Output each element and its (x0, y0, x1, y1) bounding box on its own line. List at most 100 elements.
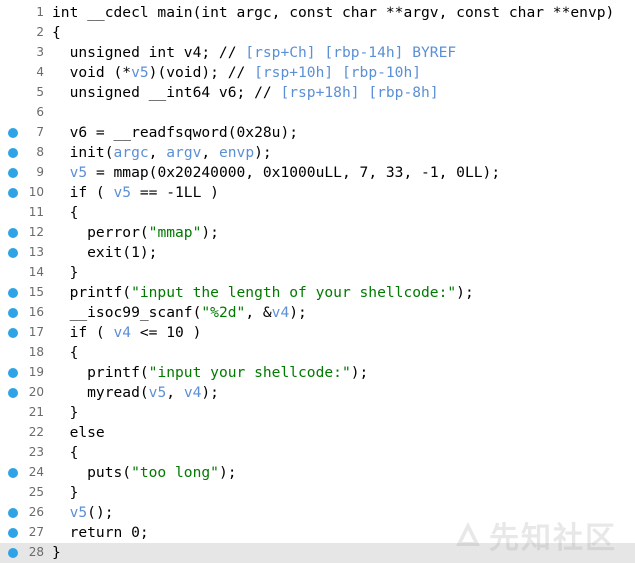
code-token: void (* (52, 64, 132, 81)
breakpoint-dot-icon[interactable] (8, 388, 18, 398)
line-number: 12 (28, 225, 44, 239)
code-token: int __cdecl main(int argc, const char **… (52, 4, 615, 21)
code-token: ); (218, 464, 237, 481)
code-token: )(void); // (148, 64, 255, 81)
line-number: 16 (28, 305, 44, 319)
code-line[interactable]: 2{ (0, 23, 635, 43)
code-token: else (52, 424, 105, 441)
code-token: v6 = __readfsqword(0x28u); (52, 124, 299, 141)
breakpoint-dot-icon[interactable] (8, 288, 18, 298)
code-text[interactable]: init(argc, argv, envp); (52, 143, 272, 163)
code-token: } (52, 544, 61, 561)
line-number: 19 (28, 365, 44, 379)
breakpoint-dot-icon[interactable] (8, 248, 18, 258)
code-text[interactable]: } (52, 403, 79, 423)
string-literal: "%2d" (201, 304, 246, 321)
code-text[interactable]: printf("input your shellcode:"); (52, 363, 368, 383)
code-line[interactable]: 12 perror("mmap"); (0, 223, 635, 243)
breakpoint-dot-icon[interactable] (8, 528, 18, 538)
code-line[interactable]: 17 if ( v4 <= 10 ) (0, 323, 635, 343)
xianzhi-logo-icon (456, 522, 480, 546)
code-text[interactable]: __isoc99_scanf("%2d", &v4); (52, 303, 307, 323)
code-line[interactable]: 16 __isoc99_scanf("%2d", &v4); (0, 303, 635, 323)
code-line[interactable]: 3 unsigned int v4; // [rsp+Ch] [rbp-14h]… (0, 43, 635, 63)
code-text[interactable]: { (52, 203, 79, 223)
code-line[interactable]: 14 } (0, 263, 635, 283)
code-token: } (52, 404, 79, 421)
code-token: { (52, 444, 79, 461)
code-line[interactable]: 21 } (0, 403, 635, 423)
code-text[interactable]: if ( v4 <= 10 ) (52, 323, 202, 343)
line-number: 11 (28, 205, 44, 219)
breakpoint-dot-icon[interactable] (8, 368, 18, 378)
code-token: init( (52, 144, 114, 161)
code-line[interactable]: 10 if ( v5 == -1LL ) (0, 183, 635, 203)
code-text[interactable]: perror("mmap"); (52, 223, 219, 243)
string-literal: "too long" (131, 464, 219, 481)
code-line[interactable]: 20 myread(v5, v4); (0, 383, 635, 403)
code-text[interactable]: } (52, 263, 79, 283)
code-token: { (52, 24, 61, 41)
code-token: , & (245, 304, 272, 321)
code-line[interactable]: 11 { (0, 203, 635, 223)
code-line[interactable]: 7 v6 = __readfsqword(0x28u); (0, 123, 635, 143)
code-text[interactable]: return 0; (52, 523, 149, 543)
code-line[interactable]: 6 (0, 103, 635, 123)
breakpoint-dot-icon[interactable] (8, 228, 18, 238)
breakpoint-dot-icon[interactable] (8, 468, 18, 478)
line-number: 18 (28, 345, 44, 359)
code-text[interactable]: unsigned int v4; // [rsp+Ch] [rbp-14h] B… (52, 43, 457, 63)
pseudocode-view[interactable]: 1 int __cdecl main(int argc, const char *… (0, 0, 635, 563)
breakpoint-dot-icon[interactable] (8, 188, 18, 198)
code-token: exit(1); (52, 244, 158, 261)
code-text[interactable]: unsigned __int64 v6; // [rsp+18h] [rbp-8… (52, 83, 439, 103)
code-text[interactable]: v5(); (52, 503, 114, 523)
breakpoint-dot-icon[interactable] (8, 328, 18, 338)
code-text[interactable]: void (*v5)(void); // [rsp+10h] [rbp-10h] (52, 63, 421, 83)
code-token: puts( (52, 464, 132, 481)
breakpoint-dot-icon[interactable] (8, 308, 18, 318)
breakpoint-dot-icon[interactable] (8, 128, 18, 138)
line-number: 1 (36, 5, 44, 19)
breakpoint-dot-icon[interactable] (8, 168, 18, 178)
code-text[interactable]: else (52, 423, 105, 443)
breakpoint-dot-icon[interactable] (8, 508, 18, 518)
code-line[interactable]: 25 } (0, 483, 635, 503)
code-text[interactable]: v6 = __readfsqword(0x28u); (52, 123, 298, 143)
breakpoint-dot-icon[interactable] (8, 148, 18, 158)
code-text[interactable]: { (52, 23, 61, 43)
code-line[interactable]: 4 void (*v5)(void); // [rsp+10h] [rbp-10… (0, 63, 635, 83)
code-text[interactable]: int __cdecl main(int argc, const char **… (52, 3, 614, 23)
line-number: 6 (36, 105, 44, 119)
code-line[interactable]: 9 v5 = mmap(0x20240000, 0x1000uLL, 7, 33… (0, 163, 635, 183)
code-text[interactable]: } (52, 483, 79, 503)
code-text[interactable]: myread(v5, v4); (52, 383, 219, 403)
line-number: 24 (28, 465, 44, 479)
code-text[interactable]: v5 = mmap(0x20240000, 0x1000uLL, 7, 33, … (52, 163, 501, 183)
code-text[interactable]: if ( v5 == -1LL ) (52, 183, 219, 203)
code-line[interactable]: 18 { (0, 343, 635, 363)
line-number: 23 (28, 445, 44, 459)
identifier-or-comment: v5 (69, 504, 88, 521)
code-line[interactable]: 1 int __cdecl main(int argc, const char *… (0, 3, 635, 23)
code-text[interactable]: exit(1); (52, 243, 157, 263)
code-text[interactable]: printf("input the length of your shellco… (52, 283, 474, 303)
code-text[interactable]: puts("too long"); (52, 463, 237, 483)
code-token: ); (456, 284, 474, 301)
line-number: 15 (28, 285, 44, 299)
line-number: 22 (28, 425, 44, 439)
code-line[interactable]: 22 else (0, 423, 635, 443)
code-line[interactable]: 24 puts("too long"); (0, 463, 635, 483)
code-text[interactable]: { (52, 443, 79, 463)
code-line[interactable]: 19 printf("input your shellcode:"); (0, 363, 635, 383)
code-line[interactable]: 8 init(argc, argv, envp); (0, 143, 635, 163)
breakpoint-dot-icon[interactable] (8, 548, 18, 558)
code-line[interactable]: 15 printf("input the length of your shel… (0, 283, 635, 303)
code-token: (); (87, 504, 114, 521)
code-text[interactable]: } (52, 543, 61, 563)
code-line[interactable]: 5 unsigned __int64 v6; // [rsp+18h] [rbp… (0, 83, 635, 103)
code-text[interactable]: { (52, 343, 79, 363)
code-line[interactable]: 13 exit(1); (0, 243, 635, 263)
string-literal: "input the length of your shellcode:" (131, 284, 457, 301)
code-line[interactable]: 23 { (0, 443, 635, 463)
